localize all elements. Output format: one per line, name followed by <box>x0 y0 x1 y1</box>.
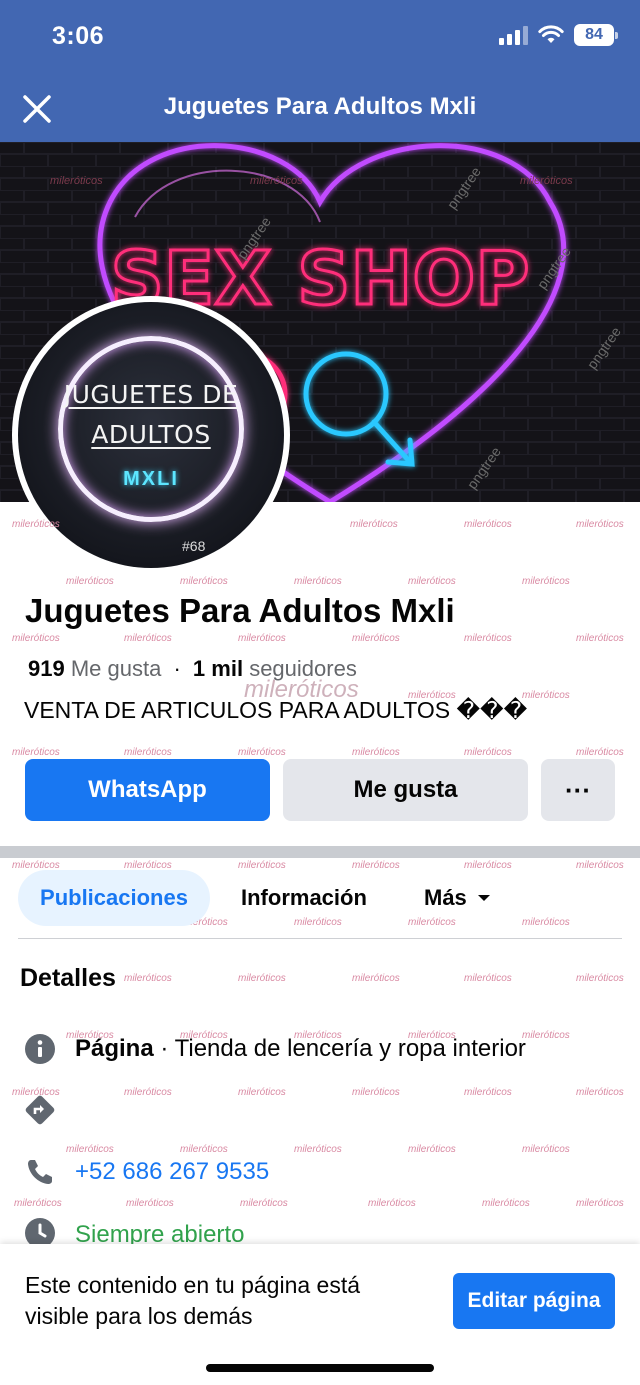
watermark-text: mileróticos <box>464 633 512 644</box>
tab-more[interactable]: Más <box>424 870 491 926</box>
watermark-text: mileróticos <box>250 175 303 187</box>
directions-icon <box>24 1094 56 1126</box>
watermark-text: mileróticos <box>464 519 512 530</box>
home-indicator[interactable] <box>206 1364 434 1372</box>
watermark-text: mileróticos <box>576 633 624 644</box>
watermark-text: mileróticos <box>408 576 456 587</box>
avatar-text-line1: JUGUETES DE <box>63 380 239 409</box>
page-name: Juguetes Para Adultos Mxli <box>25 592 455 629</box>
top-bar: 3:06 84 Juguetes Para Adultos Mxli <box>0 0 640 142</box>
watermark-text: mileróticos <box>240 1198 288 1209</box>
watermark-text: mileróticos <box>464 747 512 758</box>
watermark-text: mileróticos <box>576 747 624 758</box>
watermark-text: mileróticos <box>352 973 400 984</box>
watermark-text: mileróticos <box>66 576 114 587</box>
more-options-button[interactable]: ··· <box>541 759 615 821</box>
watermark-text: mileróticos <box>124 747 172 758</box>
watermark-text: mileróticos <box>522 1030 570 1041</box>
watermark-text: mileróticos <box>576 1087 624 1098</box>
watermark-text: mileróticos <box>124 1087 172 1098</box>
avatar-tag: #68 <box>182 538 206 554</box>
followers-count[interactable]: 1 mil <box>193 656 243 681</box>
avatar-text-line3: MXLI <box>123 468 179 490</box>
header-title: Juguetes Para Adultos Mxli <box>163 93 477 120</box>
status-time: 3:06 <box>52 22 105 50</box>
section-divider <box>0 846 640 858</box>
profile-avatar[interactable]: JUGUETES DE ADULTOS MXLI #68 <box>12 296 290 574</box>
watermark-text: mileróticos <box>522 576 570 587</box>
watermark-text: mileróticos <box>408 1144 456 1155</box>
tab-info[interactable]: Información <box>241 870 367 926</box>
page-bio: VENTA DE ARTICULOS PARA ADULTOS ��� <box>24 697 528 723</box>
watermark-text: mileróticos <box>294 576 342 587</box>
detail-phone[interactable]: +52 686 267 9535 <box>24 1156 269 1188</box>
detail-page-label: Página <box>75 1035 154 1062</box>
watermark-text: mileróticos <box>576 519 624 530</box>
watermark-text: mileróticos <box>180 1144 228 1155</box>
watermark-text: mileróticos <box>126 1198 174 1209</box>
edit-page-button[interactable]: Editar página <box>453 1273 615 1329</box>
signal-icon <box>499 25 528 45</box>
watermark-text: mileróticos <box>14 1198 62 1209</box>
watermark-text: mileróticos <box>180 576 228 587</box>
status-icons: 84 <box>499 24 618 46</box>
watermark-text: mileróticos <box>12 747 60 758</box>
watermark-text: mileróticos <box>238 747 286 758</box>
details-title: Detalles <box>20 964 116 992</box>
phone-icon <box>24 1156 56 1188</box>
tab-posts[interactable]: Publicaciones <box>18 870 210 926</box>
watermark-text: mileróticos <box>464 973 512 984</box>
watermark-text: mileróticos <box>522 690 570 701</box>
tab-more-label: Más <box>424 885 467 910</box>
watermark-text: mileróticos <box>576 973 624 984</box>
tab-bar: Publicaciones Información Más <box>18 870 622 926</box>
watermark-text: mileróticos <box>352 633 400 644</box>
watermark-text: mileróticos <box>522 1144 570 1155</box>
caret-down-icon <box>477 895 490 901</box>
watermark-text: mileróticos <box>520 175 573 187</box>
info-icon <box>24 1033 56 1065</box>
watermark-text: mileróticos <box>124 633 172 644</box>
watermark-text: mileróticos <box>576 1198 624 1209</box>
watermark-text: mileróticos <box>238 973 286 984</box>
tab-underline <box>18 938 622 939</box>
followers-label[interactable]: seguidores <box>249 656 357 681</box>
likes-count: 919 <box>28 656 65 681</box>
detail-page-category: Página · Tienda de lencería y ropa inter… <box>24 1033 526 1065</box>
watermark-text: mileróticos <box>238 1087 286 1098</box>
whatsapp-button[interactable]: WhatsApp <box>25 759 270 821</box>
watermark-text: mileróticos <box>238 633 286 644</box>
watermark-text: mileróticos <box>368 1198 416 1209</box>
stats-separator: · <box>173 656 181 681</box>
phone-number[interactable]: +52 686 267 9535 <box>75 1158 269 1186</box>
watermark-text: mileróticos <box>352 1087 400 1098</box>
watermark-text: mileróticos <box>294 1144 342 1155</box>
detail-page-category-text: · Tienda de lencería y ropa interior <box>160 1035 526 1062</box>
visibility-banner: Este contenido en tu página está visible… <box>0 1244 640 1385</box>
watermark-text: mileróticos <box>50 175 103 187</box>
battery-indicator: 84 <box>574 24 618 46</box>
watermark-text: mileróticos <box>12 633 60 644</box>
wifi-icon <box>538 25 564 43</box>
likes-label: Me gusta <box>70 656 162 681</box>
detail-page-text: Página · Tienda de lencería y ropa inter… <box>75 1035 526 1063</box>
watermark-text: mileróticos <box>464 1087 512 1098</box>
page-stats: 919 Me gusta · 1 mil seguidores <box>28 656 357 682</box>
like-button[interactable]: Me gusta <box>283 759 528 821</box>
visibility-text: Este contenido en tu página está visible… <box>25 1272 361 1329</box>
avatar-image: JUGUETES DE ADULTOS MXLI #68 <box>18 302 284 568</box>
avatar-text-line2: ADULTOS <box>91 420 211 449</box>
detail-directions[interactable] <box>24 1094 56 1126</box>
watermark-text: mileróticos <box>482 1198 530 1209</box>
watermark-text: mileróticos <box>124 973 172 984</box>
watermark-text: mileróticos <box>352 747 400 758</box>
watermark-text: mileróticos <box>66 1144 114 1155</box>
watermark-text: mileróticos <box>350 519 398 530</box>
